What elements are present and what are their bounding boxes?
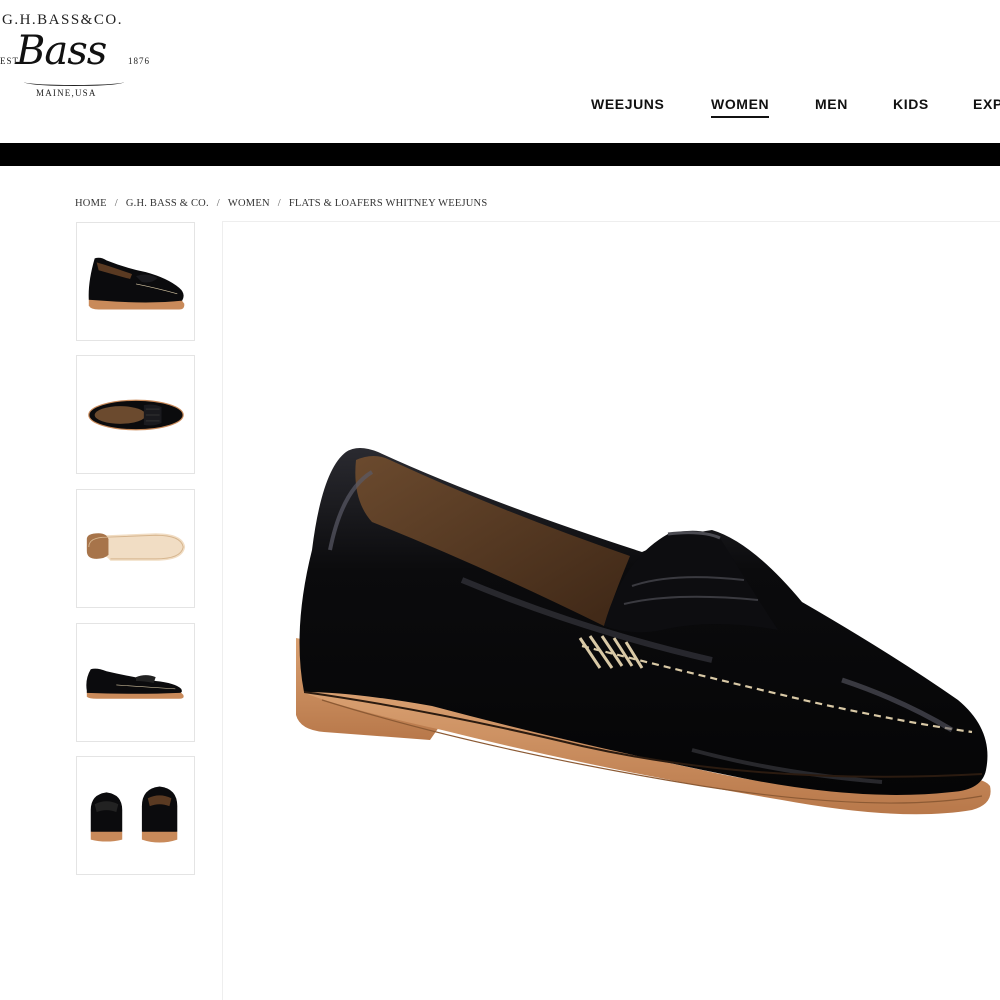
content-divider: [222, 221, 1000, 222]
nav-item-kids[interactable]: KIDS: [893, 96, 929, 112]
breadcrumb-separator: /: [114, 198, 118, 209]
breadcrumb: HOME / G.H. BASS & CO. / WOMEN / FLATS & LOAFE…: [75, 198, 487, 209]
logo-year: 1876: [128, 56, 150, 66]
logo-top-line: G.H.BASS&CO.: [2, 12, 123, 28]
site-header: G.H.BASS&CO. EST. Bass 1876 MAINE,USA WE…: [0, 0, 1000, 143]
loafer-main-illustration: [296, 448, 991, 815]
breadcrumb-brand[interactable]: G.H. BASS & CO.: [126, 198, 209, 209]
logo-location: MAINE,USA: [36, 88, 97, 98]
breadcrumb-current[interactable]: FLATS & LOAFERS WHITNEY WEEJUNS: [289, 198, 488, 209]
thumbnail-pair-view[interactable]: [76, 756, 195, 875]
thumbnail-top-view[interactable]: [76, 355, 195, 474]
gallery-divider: [222, 221, 223, 1000]
thumbnail-side-low-view[interactable]: [76, 623, 195, 742]
loafer-pair-icon: [90, 786, 178, 843]
nav-item-exp[interactable]: EXP: [973, 96, 1000, 112]
logo-flourish: [24, 78, 124, 86]
breadcrumb-separator: /: [216, 198, 220, 209]
promo-bar: [0, 143, 1000, 166]
breadcrumb-women[interactable]: WOMEN: [228, 198, 270, 209]
loafer-top-icon: [88, 399, 184, 431]
loafer-side-low-icon: [86, 668, 184, 699]
brand-logo[interactable]: G.H.BASS&CO. EST. Bass 1876 MAINE,USA: [0, 4, 174, 104]
nav-item-weejuns[interactable]: WEEJUNS: [591, 96, 664, 112]
breadcrumb-home[interactable]: HOME: [75, 198, 107, 209]
thumbnail-side-view[interactable]: [76, 222, 195, 341]
product-main-image[interactable]: [282, 430, 994, 850]
logo-script-name: Bass: [16, 28, 107, 74]
breadcrumb-separator: /: [277, 198, 281, 209]
nav-item-women[interactable]: WOMEN: [711, 96, 770, 118]
nav-item-men[interactable]: MEN: [815, 96, 848, 112]
thumbnail-sole-view[interactable]: [76, 489, 195, 608]
loafer-side-icon: [88, 257, 185, 310]
loafer-sole-icon: [86, 533, 186, 561]
